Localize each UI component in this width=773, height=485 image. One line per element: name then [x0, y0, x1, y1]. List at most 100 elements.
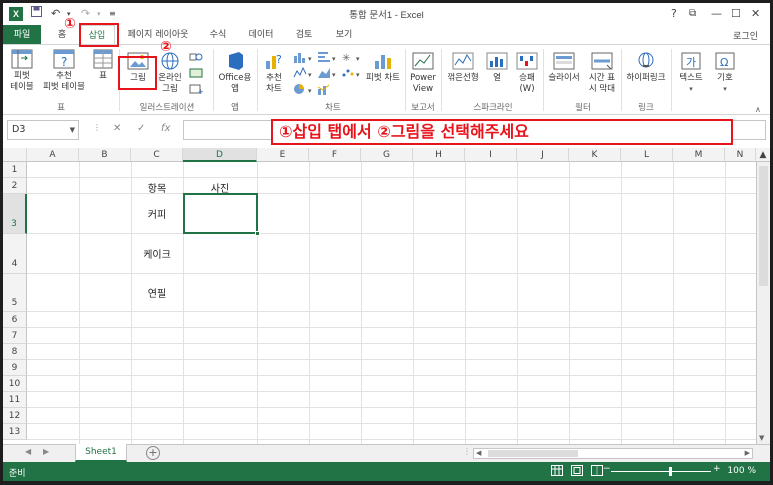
column-header[interactable]: A	[27, 148, 79, 162]
screenshot-icon[interactable]: +	[189, 83, 204, 98]
cell-c4[interactable]: 케이크	[131, 246, 183, 261]
row-header[interactable]: 12	[3, 408, 27, 424]
sheet-tab-sheet1[interactable]: Sheet1	[75, 444, 127, 462]
pie-chart-icon[interactable]: ▾	[293, 83, 317, 98]
selected-cell-d3[interactable]	[183, 193, 260, 236]
bar-chart-icon[interactable]: ▾	[317, 51, 341, 66]
row-header[interactable]: 11	[3, 392, 27, 408]
smartart-icon[interactable]	[189, 67, 203, 82]
tab-split-grip-icon[interactable]: ⋮	[463, 447, 471, 456]
column-header[interactable]: I	[465, 148, 517, 162]
column-chart-icon[interactable]: ▾	[293, 51, 317, 66]
pivot-table-button[interactable]: 피벗 테이블	[7, 49, 37, 93]
column-header[interactable]: G	[361, 148, 413, 162]
cell-c5[interactable]: 연필	[131, 285, 183, 300]
row-header[interactable]: 6	[3, 312, 27, 328]
horizontal-scrollbar-thumb[interactable]	[488, 450, 578, 457]
pivot-chart-button[interactable]: 피벗 차트	[363, 51, 403, 84]
insert-function-icon[interactable]: fx	[161, 123, 170, 134]
hierarchy-chart-icon[interactable]: ✳ ▾	[341, 51, 365, 66]
column-header[interactable]: K	[569, 148, 621, 162]
column-header[interactable]: E	[257, 148, 309, 162]
column-header[interactable]: M	[673, 148, 725, 162]
text-button[interactable]: 가 텍스트 ▾	[673, 51, 709, 95]
prev-sheet-icon[interactable]: ◀	[25, 447, 31, 456]
combo-chart-icon[interactable]	[317, 83, 341, 98]
collapse-ribbon-icon[interactable]: ∧	[755, 105, 761, 114]
enter-icon[interactable]: ✓	[137, 123, 145, 134]
tab-review[interactable]: 검토	[289, 25, 319, 45]
help-button[interactable]: ?	[671, 6, 677, 22]
tab-formulas[interactable]: 수식	[203, 25, 233, 45]
page-break-view-icon[interactable]	[591, 465, 603, 479]
office-apps-button[interactable]: Office용 앱	[215, 51, 255, 95]
power-view-button[interactable]: Power View	[407, 51, 439, 95]
name-box[interactable]: D3 ▼	[7, 120, 79, 140]
hscroll-left-icon[interactable]: ◀	[476, 449, 481, 457]
table-button[interactable]: 표	[91, 49, 115, 82]
row-header[interactable]: 10	[3, 376, 27, 392]
cell-c2[interactable]: 항목	[131, 180, 183, 195]
fill-handle[interactable]	[255, 231, 260, 236]
close-button[interactable]: ✕	[751, 6, 760, 22]
zoom-out-icon[interactable]: −	[603, 464, 611, 474]
horizontal-scrollbar[interactable]: ◀ ▶	[473, 448, 753, 459]
row-header[interactable]: 5	[3, 274, 27, 312]
column-header[interactable]: F	[309, 148, 361, 162]
sign-in-link[interactable]: 로그인	[733, 29, 758, 42]
tab-data[interactable]: 데이터	[243, 25, 279, 45]
symbol-button[interactable]: Ω 기호 ▾	[711, 51, 739, 95]
worksheet-grid[interactable]: A B C D E F G H I J K L M N ▲ ▼ 1 2 3 4 …	[3, 148, 770, 444]
normal-view-icon[interactable]	[551, 465, 563, 479]
column-header-selected[interactable]: D	[183, 148, 257, 162]
hyperlink-button[interactable]: 하이퍼링크	[623, 51, 669, 84]
tab-page-layout[interactable]: 페이지 레이아웃	[123, 25, 193, 45]
hscroll-right-icon[interactable]: ▶	[745, 449, 750, 457]
zoom-slider[interactable]	[611, 467, 711, 476]
column-header[interactable]: L	[621, 148, 673, 162]
online-picture-button[interactable]: 온라인 그림	[155, 51, 185, 95]
zoom-in-icon[interactable]: +	[713, 464, 721, 474]
row-header[interactable]: 13	[3, 424, 27, 440]
row-header[interactable]: 4	[3, 234, 27, 274]
slicer-button[interactable]: 슬라이서	[545, 51, 583, 84]
tab-view[interactable]: 보기	[329, 25, 359, 45]
sparkline-column-button[interactable]: 열	[483, 51, 511, 84]
vertical-scrollbar[interactable]: ▼	[756, 162, 770, 444]
row-header[interactable]: 8	[3, 344, 27, 360]
row-header[interactable]: 9	[3, 360, 27, 376]
scatter-chart-icon[interactable]: ▾	[341, 67, 365, 82]
ribbon-display-button[interactable]: ⧉	[689, 6, 696, 22]
recommended-charts-button[interactable]: ? 추천 차트	[259, 51, 289, 95]
minimize-button[interactable]: —	[711, 6, 722, 22]
row-header[interactable]: 7	[3, 328, 27, 344]
column-header[interactable]: J	[517, 148, 569, 162]
cancel-icon[interactable]: ✕	[113, 123, 121, 134]
add-sheet-icon[interactable]: +	[146, 446, 160, 460]
next-sheet-icon[interactable]: ▶	[43, 447, 49, 456]
column-header[interactable]: H	[413, 148, 465, 162]
vscroll-up-icon[interactable]: ▲	[756, 148, 770, 162]
zoom-level[interactable]: 100 %	[727, 466, 756, 476]
statistic-chart-icon[interactable]: ▾	[293, 66, 317, 82]
column-header[interactable]: C	[131, 148, 183, 162]
sparkline-line-button[interactable]: 꺾은선형	[443, 51, 483, 84]
vertical-scrollbar-thumb[interactable]	[759, 166, 768, 286]
shapes-icon[interactable]	[189, 51, 203, 66]
area-chart-icon[interactable]: ▾	[317, 67, 341, 82]
name-box-dropdown-icon[interactable]: ▼	[70, 121, 75, 139]
cell-c3[interactable]: 커피	[131, 206, 183, 221]
column-header[interactable]: B	[79, 148, 131, 162]
column-header[interactable]: N	[725, 148, 756, 162]
row-header[interactable]: 2	[3, 178, 27, 194]
page-layout-view-icon[interactable]	[571, 465, 583, 479]
zoom-slider-knob[interactable]	[669, 467, 672, 476]
row-header-selected[interactable]: 3	[3, 194, 27, 234]
recommended-pivot-button[interactable]: ? 추천 피벗 테이블	[39, 49, 89, 93]
tab-file[interactable]: 파일	[3, 25, 41, 45]
row-header[interactable]: 1	[3, 162, 27, 178]
vscroll-down-icon[interactable]: ▼	[759, 434, 764, 442]
timeline-button[interactable]: 시간 표 시 막대	[585, 51, 619, 95]
sparkline-winloss-button[interactable]: 승패 (W)	[513, 51, 541, 95]
select-all-corner[interactable]	[3, 148, 27, 162]
